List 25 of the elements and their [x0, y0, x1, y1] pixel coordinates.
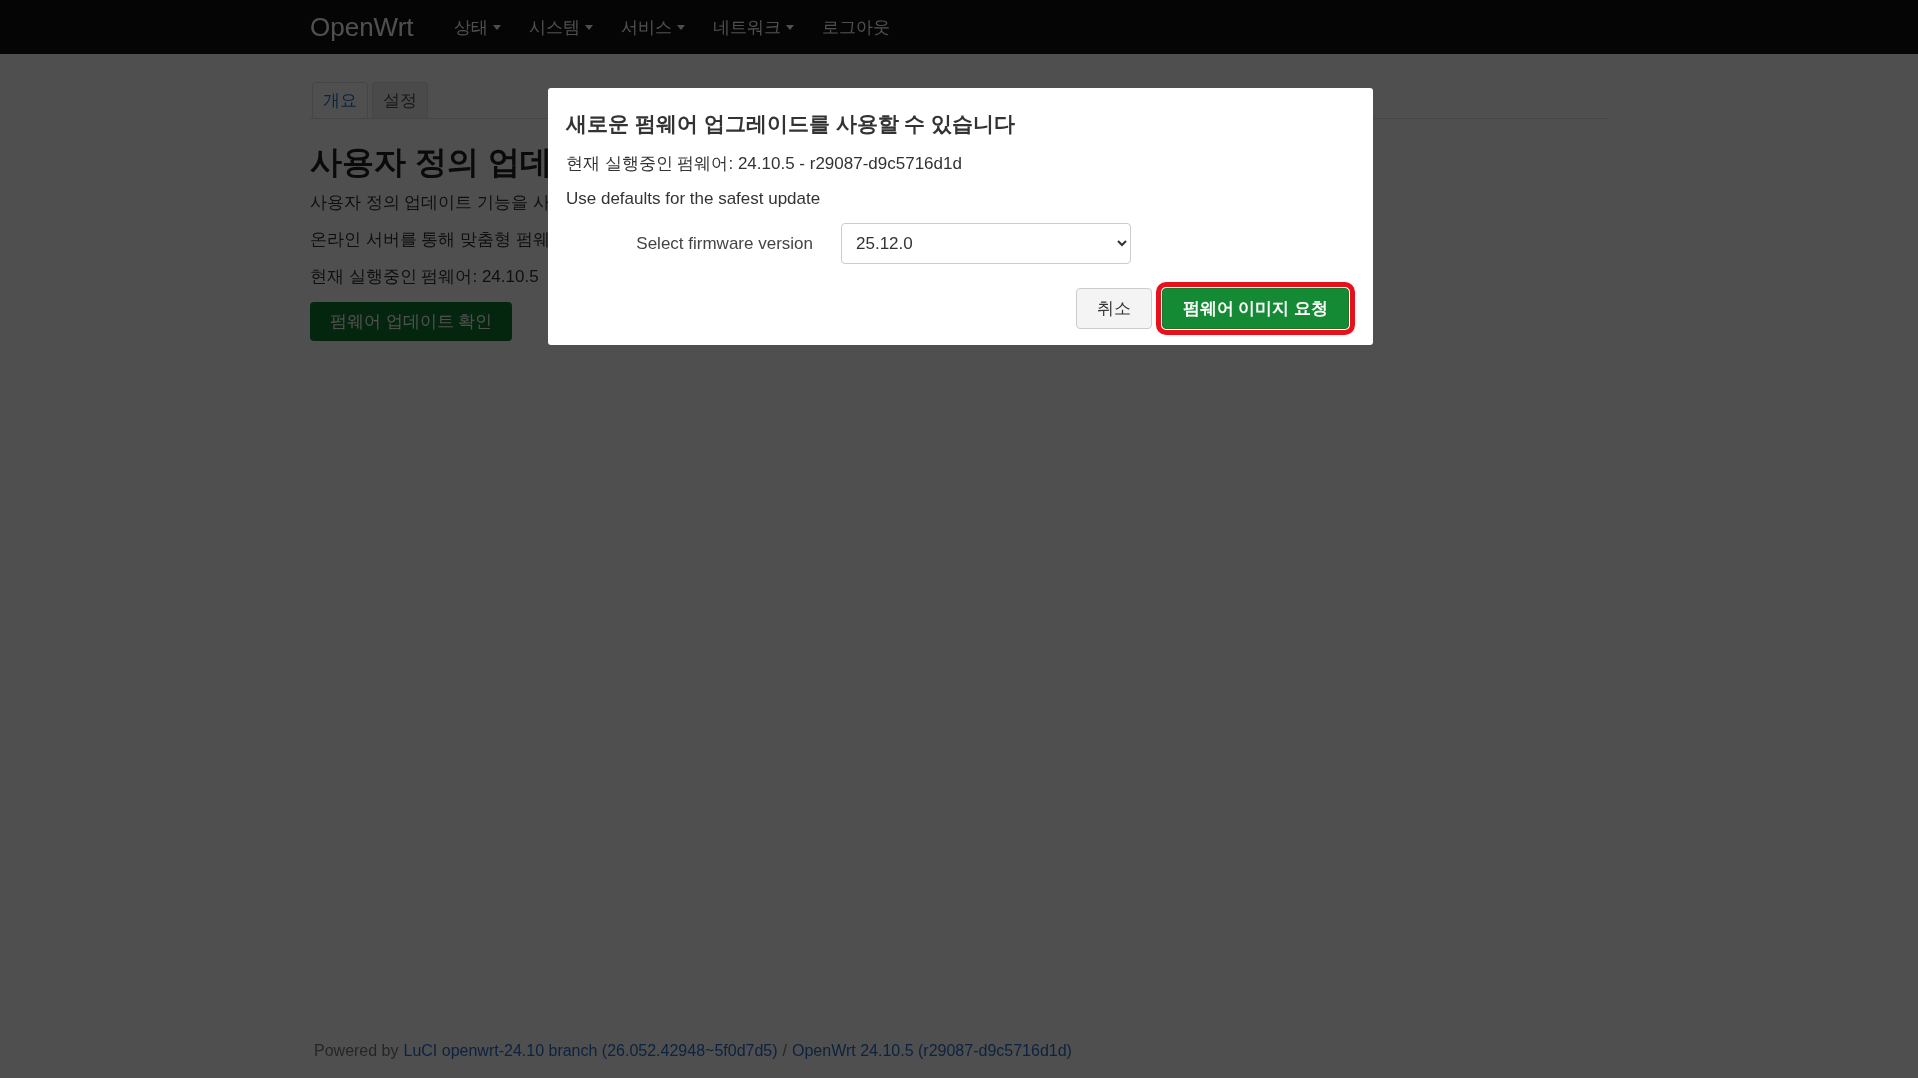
nav-menu-item[interactable]: 네트워크 — [712, 15, 794, 39]
footer-separator: / — [782, 1042, 787, 1060]
caret-icon — [676, 24, 685, 30]
page-title: 사용자 정의 업데 — [310, 143, 552, 182]
paragraph-text: 온라인 서버를 통해 맞춤형 펌웨 — [310, 229, 550, 251]
tab[interactable]: 개요 — [312, 82, 368, 118]
footer-link[interactable]: LuCI openwrt-24.10 branch (26.052.42948~5f0d7d5) — [403, 1042, 778, 1060]
nav-menu-item[interactable]: 시스템 — [528, 15, 593, 39]
nav-menu-item[interactable]: 상태 — [453, 15, 501, 39]
brand-logo-text[interactable]: OpenWrt — [310, 11, 414, 43]
dialog-text: Use defaults for the safest update — [566, 189, 822, 209]
field-label: Select firmware version — [635, 233, 814, 254]
dialog-text: 현재 실행중인 펌웨어: 24.10.5 - r29087-d9c5716d1d — [566, 153, 963, 175]
cancel-button[interactable]: 취소 — [1075, 288, 1152, 329]
nav-menu-item[interactable]: 서비스 — [620, 15, 685, 39]
firmware-version-select[interactable]: 25.12.0 — [841, 223, 1131, 264]
paragraph-text: 사용자 정의 업데이트 기능을 사 — [310, 192, 550, 214]
caret-icon — [785, 24, 794, 30]
footer-link[interactable]: OpenWrt 24.10.5 (r29087-d9c5716d1d) — [792, 1042, 1072, 1060]
check-update-button[interactable]: 펌웨어 업데이트 확인 — [310, 302, 513, 341]
caret-icon — [492, 24, 501, 30]
nav-menu-item[interactable]: 로그아웃 — [821, 15, 890, 39]
caret-icon — [584, 24, 593, 30]
dialog-title: 새로운 펌웨어 업그레이드를 사용할 수 있습니다 — [566, 111, 1017, 137]
paragraph-text: 현재 실행중인 펌웨어: 24.10.5 — [310, 266, 539, 288]
